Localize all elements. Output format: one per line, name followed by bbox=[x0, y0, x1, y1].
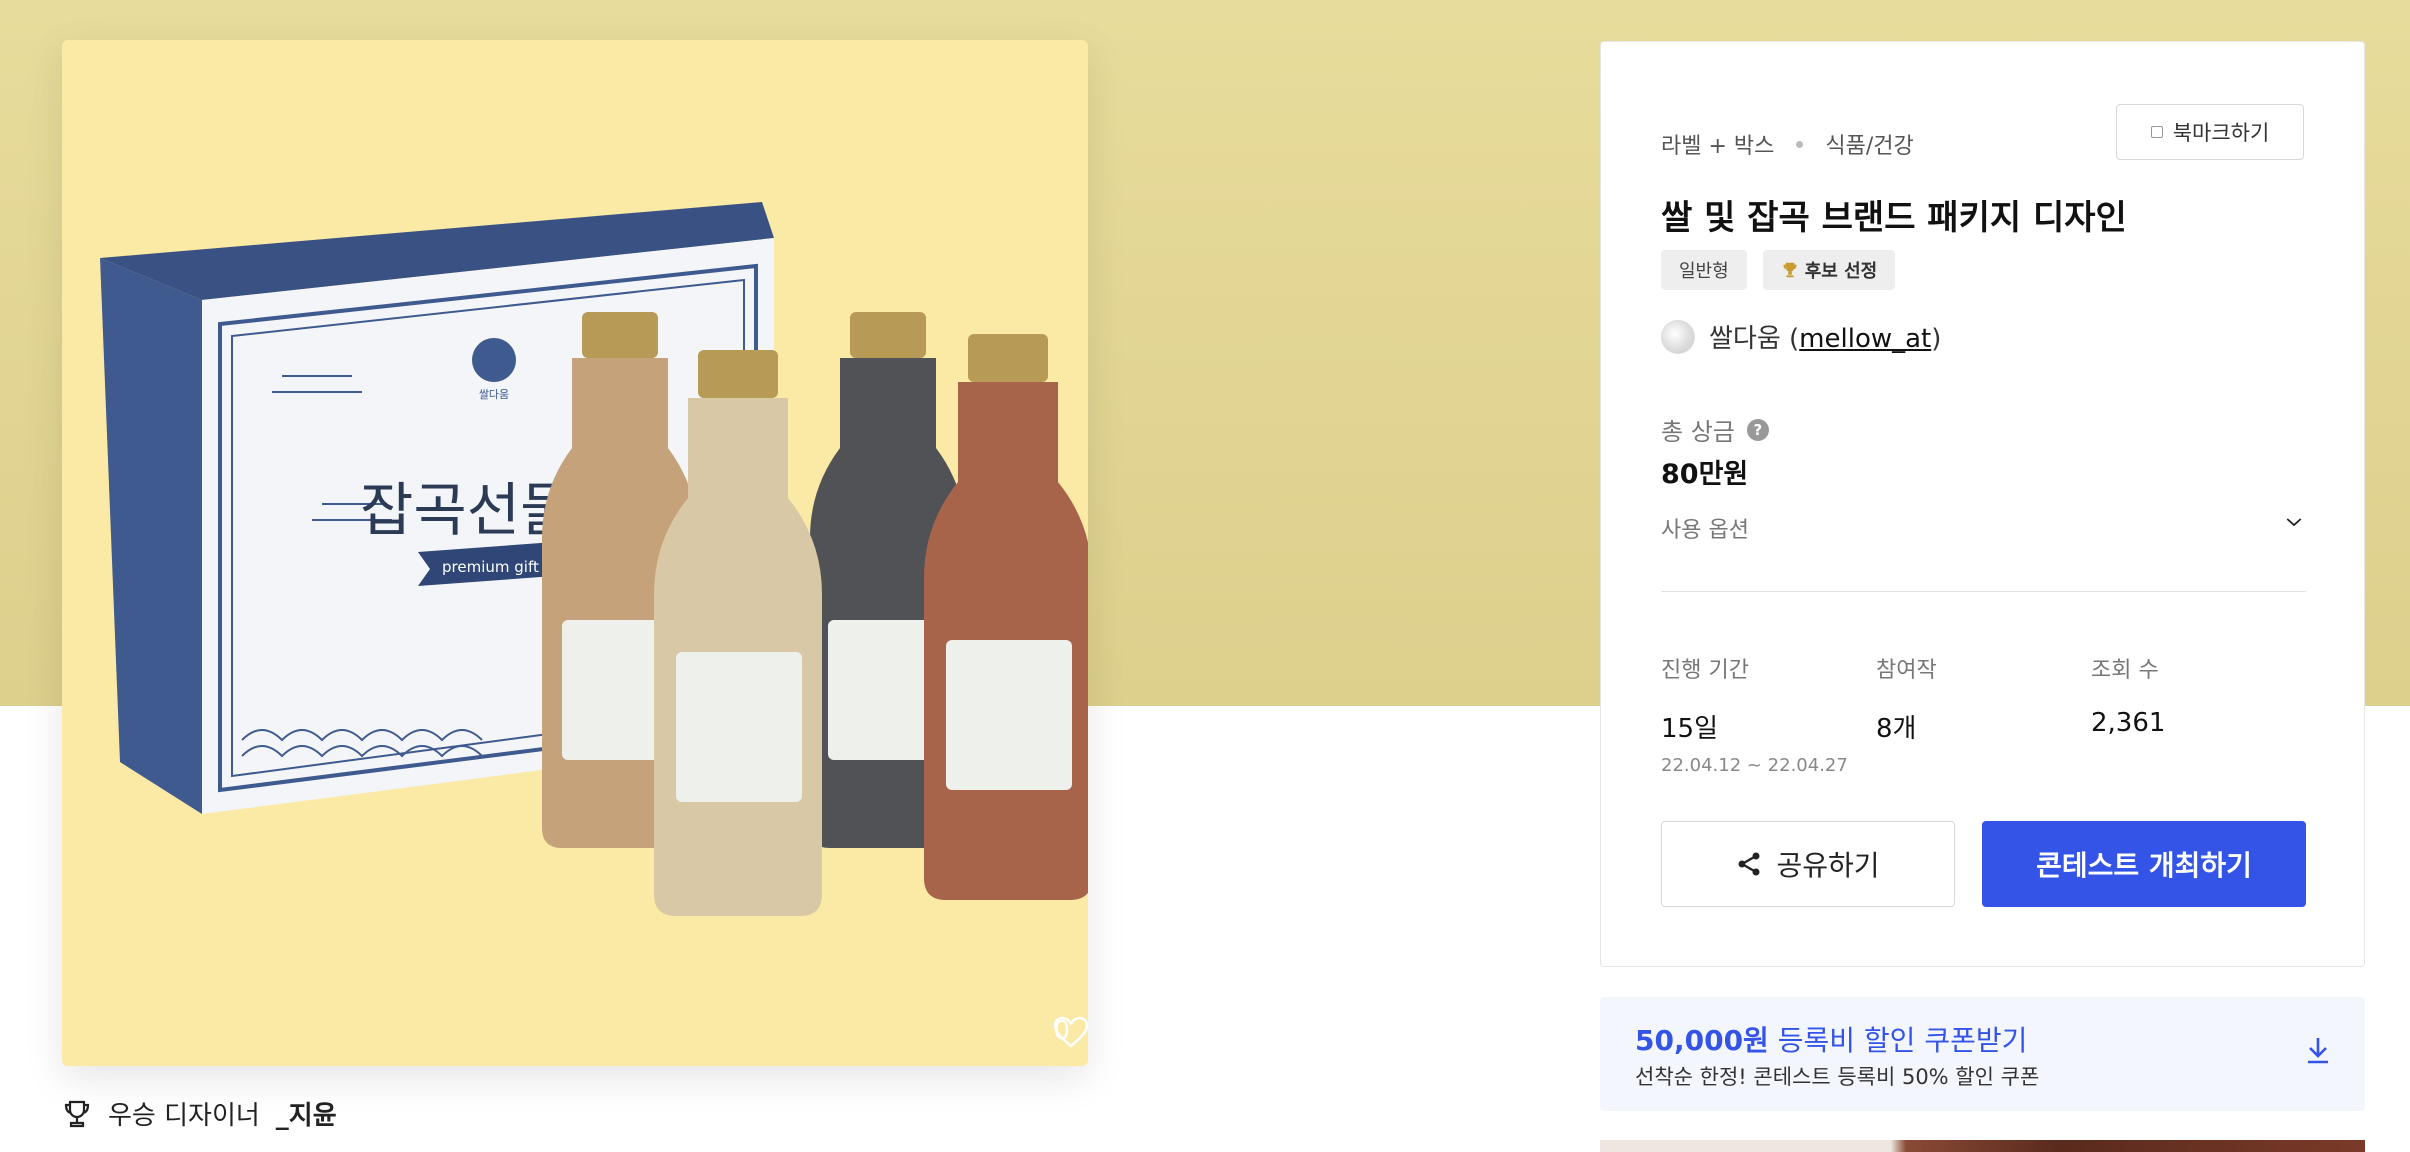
gift-box-illustration: 쌀다움 잡곡선물 premium gift box bbox=[100, 202, 1088, 916]
winner-designer: 우승 디자이너 _지윤 bbox=[62, 1095, 337, 1132]
coupon-amount: 50,000원 bbox=[1635, 1024, 1769, 1057]
share-icon bbox=[1738, 852, 1760, 876]
tag-type: 일반형 bbox=[1661, 250, 1747, 290]
help-icon[interactable]: ? bbox=[1746, 418, 1769, 441]
stat-value: 15일 bbox=[1661, 714, 1719, 744]
contest-title: 쌀 및 잡곡 브랜드 패키지 디자인 bbox=[1661, 198, 2127, 238]
box-logo-text: 쌀다움 bbox=[479, 388, 509, 401]
host-contest-button[interactable]: 콘테스트 개최하기 bbox=[1982, 821, 2306, 907]
stat-label: 참여작 bbox=[1876, 658, 1937, 683]
share-button[interactable]: 공유하기 bbox=[1661, 821, 1955, 907]
owner-close: ) bbox=[1931, 324, 1942, 354]
trophy-icon bbox=[1783, 262, 1797, 278]
contest-owner: 쌀다움 (mellow_at) bbox=[1661, 318, 1941, 355]
bookmark-button[interactable]: 북마크하기 bbox=[2116, 104, 2304, 160]
contest-info-panel: 북마크하기 라벨 + 박스 식품/건강 쌀 및 잡곡 브랜드 패키지 디자인 일… bbox=[1600, 41, 2365, 967]
winner-prefix: 우승 디자이너 bbox=[108, 1101, 260, 1131]
stat-entries: 참여작 8개 bbox=[1876, 652, 2091, 776]
usage-options-dropdown[interactable]: 사용 옵션 bbox=[1661, 512, 2306, 592]
tag-label: 후보 선정 bbox=[1804, 261, 1878, 282]
prize-value: 80만원 bbox=[1661, 459, 1749, 490]
coupon-title: 50,000원 등록비 할인 쿠폰받기 bbox=[1635, 1019, 2027, 1059]
heart-icon bbox=[1054, 1016, 1088, 1048]
bottle-4 bbox=[924, 334, 1088, 900]
owner-name: 쌀다움 ( bbox=[1709, 324, 1800, 354]
owner-handle-link[interactable]: mellow_at bbox=[1799, 324, 1931, 354]
tag-label: 일반형 bbox=[1679, 261, 1729, 282]
box-title: 잡곡선물 bbox=[360, 476, 573, 544]
stat-date-range: 22.04.12 ~ 22.04.27 bbox=[1661, 755, 1848, 776]
prize-label-text: 총 상금 bbox=[1661, 418, 1735, 446]
contest-stats: 진행 기간 15일 22.04.12 ~ 22.04.27 참여작 8개 조회 … bbox=[1661, 652, 2306, 776]
bookmark-icon bbox=[2150, 126, 2163, 138]
winner-name[interactable]: _지윤 bbox=[276, 1095, 337, 1132]
options-label: 사용 옵션 bbox=[1661, 518, 1749, 543]
tag-award: 후보 선정 bbox=[1762, 250, 1896, 290]
breadcrumb: 라벨 + 박스 식품/건강 bbox=[1661, 128, 1914, 160]
next-section-preview bbox=[1600, 1140, 2365, 1152]
coupon-banner[interactable]: 50,000원 등록비 할인 쿠폰받기 선착순 한정! 콘테스트 등록비 50%… bbox=[1600, 997, 2365, 1111]
stat-views: 조회 수 2,361 bbox=[2091, 652, 2306, 776]
stat-value: 8개 bbox=[1876, 714, 1917, 744]
stat-value: 2,361 bbox=[2091, 708, 2166, 738]
download-icon[interactable] bbox=[2305, 1035, 2331, 1065]
trophy-icon bbox=[64, 1100, 90, 1127]
avatar[interactable] bbox=[1661, 319, 1695, 354]
coupon-subtitle: 선착순 한정! 콘테스트 등록비 50% 할인 쿠폰 bbox=[1635, 1065, 2040, 1089]
stat-label: 조회 수 bbox=[2091, 658, 2159, 683]
share-label: 공유하기 bbox=[1776, 849, 1880, 882]
breadcrumb-separator bbox=[1796, 140, 1804, 148]
stat-label: 진행 기간 bbox=[1661, 658, 1749, 683]
breadcrumb-item[interactable]: 식품/건강 bbox=[1825, 128, 1913, 160]
tag-list: 일반형 후보 선정 bbox=[1661, 250, 1896, 290]
product-image[interactable]: 쌀다움 잡곡선물 premium gift box 0 bbox=[62, 40, 1088, 1066]
chevron-down-icon bbox=[2286, 518, 2302, 527]
prize-label: 총 상금 ? bbox=[1661, 412, 1769, 447]
bookmark-label: 북마크하기 bbox=[2172, 121, 2270, 145]
like-button[interactable]: 0 bbox=[1053, 1016, 1088, 1048]
breadcrumb-item[interactable]: 라벨 + 박스 bbox=[1661, 128, 1774, 160]
coupon-title-rest: 등록비 할인 쿠폰받기 bbox=[1768, 1024, 2028, 1057]
stat-period: 진행 기간 15일 22.04.12 ~ 22.04.27 bbox=[1661, 652, 1876, 776]
